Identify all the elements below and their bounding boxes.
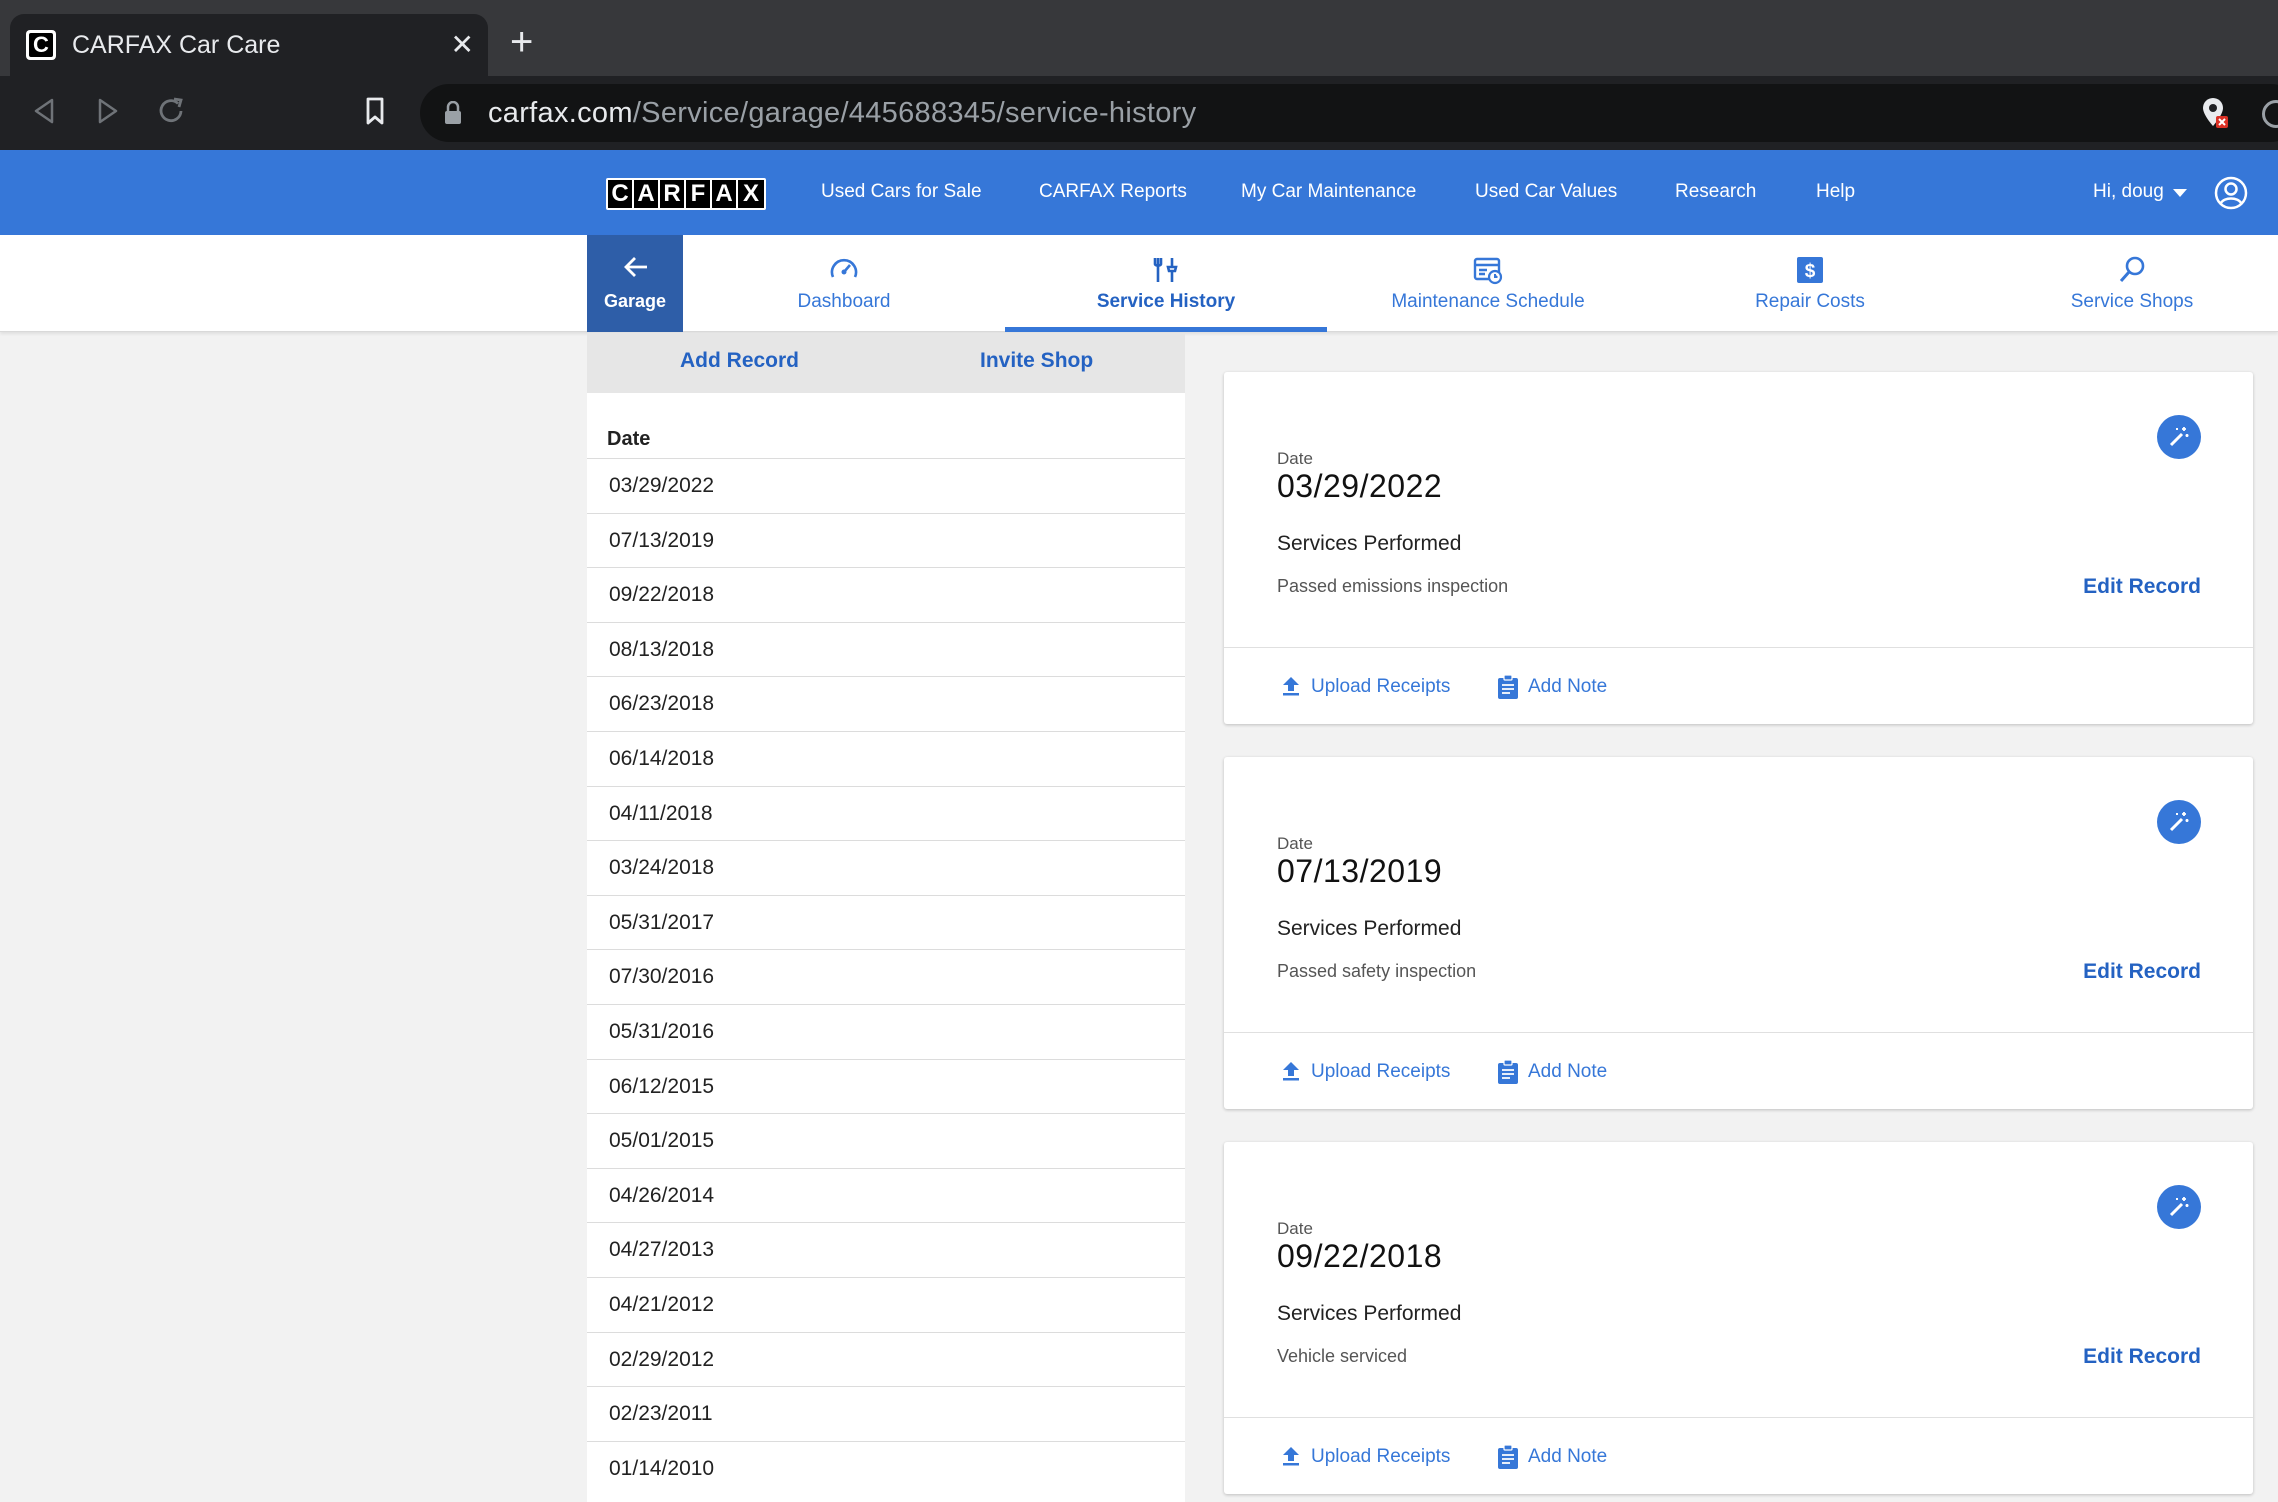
date-column-header[interactable]: Date xyxy=(607,428,650,451)
tab-title: CARFAX Car Care xyxy=(72,31,281,59)
list-item[interactable]: 03/24/2018 xyxy=(587,840,1185,895)
nav-used-car-values[interactable]: Used Car Values xyxy=(1475,180,1617,204)
nav-carfax-reports[interactable]: CARFAX Reports xyxy=(1039,180,1187,204)
address-bar[interactable]: carfax.com/Service/garage/445688345/serv… xyxy=(420,84,2278,142)
record-date-label: Date xyxy=(1277,449,1313,468)
edit-record-button[interactable]: Edit Record xyxy=(2083,960,2201,984)
speedometer-icon xyxy=(830,258,858,278)
magic-wand-button[interactable] xyxy=(2157,415,2201,459)
record-date-label: Date xyxy=(1277,834,1313,853)
list-item[interactable]: 06/14/2018 xyxy=(587,730,1185,786)
dollar-icon: $ xyxy=(1797,257,1823,283)
upload-icon xyxy=(1283,1062,1299,1081)
nav-research[interactable]: Research xyxy=(1675,180,1756,204)
tab-service-shops[interactable]: Service Shops xyxy=(1971,235,2278,332)
services-performed-value: Passed emissions inspection xyxy=(1277,576,1509,596)
record-date: 03/29/2022 xyxy=(1277,468,1443,504)
carfax-favicon-icon xyxy=(26,30,56,60)
list-item[interactable]: 02/29/2012 xyxy=(587,1331,1185,1387)
list-item[interactable]: 06/23/2018 xyxy=(587,676,1185,731)
browser-tabbar: CARFAX Car Care ✕ + xyxy=(0,0,2278,76)
magic-wand-icon xyxy=(2169,427,2189,447)
nav-my-car-maintenance[interactable]: My Car Maintenance xyxy=(1241,180,1416,204)
chevron-down-icon[interactable] xyxy=(2173,189,2187,197)
record-date: 07/13/2019 xyxy=(1277,853,1443,889)
new-tab-button[interactable]: + xyxy=(510,20,533,64)
sub-nav: Garage Dashboard Service History Mainten… xyxy=(0,235,2278,332)
magic-wand-icon xyxy=(2169,812,2189,832)
tab-close-icon[interactable]: ✕ xyxy=(451,28,474,62)
services-performed-value: Vehicle serviced xyxy=(1277,1346,1408,1366)
list-item[interactable]: 07/30/2016 xyxy=(587,949,1185,1004)
edit-record-button[interactable]: Edit Record xyxy=(2083,575,2201,599)
magic-wand-button[interactable] xyxy=(2157,800,2201,844)
tab-dashboard[interactable]: Dashboard xyxy=(683,235,1005,332)
list-item[interactable]: 09/22/2018 xyxy=(587,567,1185,622)
list-item[interactable]: 04/21/2012 xyxy=(587,1276,1185,1332)
services-performed-label: Services Performed xyxy=(1277,1302,1462,1325)
service-record-card: Date 09/22/2018 Services Performed Vehic… xyxy=(1224,1142,2253,1494)
account-icon[interactable] xyxy=(2214,176,2248,210)
list-item[interactable]: 04/26/2014 xyxy=(587,1167,1185,1223)
services-performed-label: Services Performed xyxy=(1277,532,1462,555)
add-record-button[interactable]: Add Record xyxy=(680,349,799,373)
clipboard-icon xyxy=(1498,1059,1518,1084)
browser-toolbar: carfax.com/Service/garage/445688345/serv… xyxy=(0,76,2278,150)
invite-shop-button[interactable]: Invite Shop xyxy=(980,349,1093,373)
service-record-card: Date 07/13/2019 Services Performed Passe… xyxy=(1224,757,2253,1109)
tab-service-history[interactable]: Service History xyxy=(1005,235,1327,332)
clipboard-icon xyxy=(1498,1444,1518,1469)
services-performed-value: Passed safety inspection xyxy=(1277,961,1477,981)
forward-icon[interactable] xyxy=(90,94,124,128)
lock-icon xyxy=(445,101,461,124)
record-date-label: Date xyxy=(1277,1219,1313,1238)
user-greeting[interactable]: Hi, doug xyxy=(2093,180,2164,204)
garage-button[interactable]: Garage xyxy=(587,235,683,332)
record-list-panel: Add Record Invite Shop Date 03/29/2022 0… xyxy=(587,333,1185,1502)
services-performed-label: Services Performed xyxy=(1277,917,1462,940)
carfax-logo[interactable]: C A R F A X xyxy=(606,178,766,210)
card-divider xyxy=(1224,1417,2253,1418)
tab-repair-costs[interactable]: $ Repair Costs xyxy=(1649,235,1971,332)
record-list-toolbar: Add Record Invite Shop xyxy=(587,333,1185,393)
search-icon xyxy=(2119,256,2145,282)
card-divider xyxy=(1224,647,2253,648)
clipboard-icon xyxy=(1498,674,1518,699)
reload-icon[interactable] xyxy=(154,94,188,128)
nav-used-cars-for-sale[interactable]: Used Cars for Sale xyxy=(821,180,982,204)
list-item[interactable]: 04/11/2018 xyxy=(587,785,1185,841)
svg-text:$: $ xyxy=(1805,261,1816,282)
list-item[interactable]: 05/31/2016 xyxy=(587,1003,1185,1059)
magic-wand-icon xyxy=(2169,1197,2189,1217)
list-item[interactable]: 08/13/2018 xyxy=(587,621,1185,677)
location-blocked-icon[interactable] xyxy=(2200,96,2230,130)
upload-icon xyxy=(1283,677,1299,696)
date-list: 03/29/2022 07/13/2019 09/22/2018 08/13/2… xyxy=(587,458,1185,1495)
list-item[interactable]: 05/01/2015 xyxy=(587,1113,1185,1168)
list-item[interactable]: 01/14/2010 xyxy=(587,1440,1185,1496)
service-record-card: Date 03/29/2022 Services Performed Passe… xyxy=(1224,372,2253,724)
list-item[interactable]: 07/13/2019 xyxy=(587,512,1185,568)
bookmark-icon[interactable] xyxy=(358,94,392,128)
wrench-icon xyxy=(1153,258,1178,282)
back-icon[interactable] xyxy=(28,94,62,128)
edit-record-button[interactable]: Edit Record xyxy=(2083,1345,2201,1369)
upload-icon xyxy=(1283,1447,1299,1466)
browser-tab[interactable]: CARFAX Car Care ✕ xyxy=(10,14,488,76)
nav-help[interactable]: Help xyxy=(1816,180,1855,204)
record-date: 09/22/2018 xyxy=(1277,1238,1443,1274)
calendar-icon xyxy=(1473,257,1503,285)
list-item[interactable]: 05/31/2017 xyxy=(587,894,1185,950)
magic-wand-button[interactable] xyxy=(2157,1185,2201,1229)
list-item[interactable]: 02/23/2011 xyxy=(587,1386,1185,1441)
card-divider xyxy=(1224,1032,2253,1033)
site-nav: C A R F A X Used Cars for Sale CARFAX Re… xyxy=(0,150,2278,235)
list-item[interactable]: 04/27/2013 xyxy=(587,1222,1185,1277)
list-item[interactable]: 03/29/2022 xyxy=(587,458,1185,513)
tab-maintenance-schedule[interactable]: Maintenance Schedule xyxy=(1327,235,1649,332)
list-item[interactable]: 06/12/2015 xyxy=(587,1058,1185,1114)
url-text: carfax.com/Service/garage/445688345/serv… xyxy=(488,97,1197,129)
arrow-left-icon xyxy=(624,257,647,277)
